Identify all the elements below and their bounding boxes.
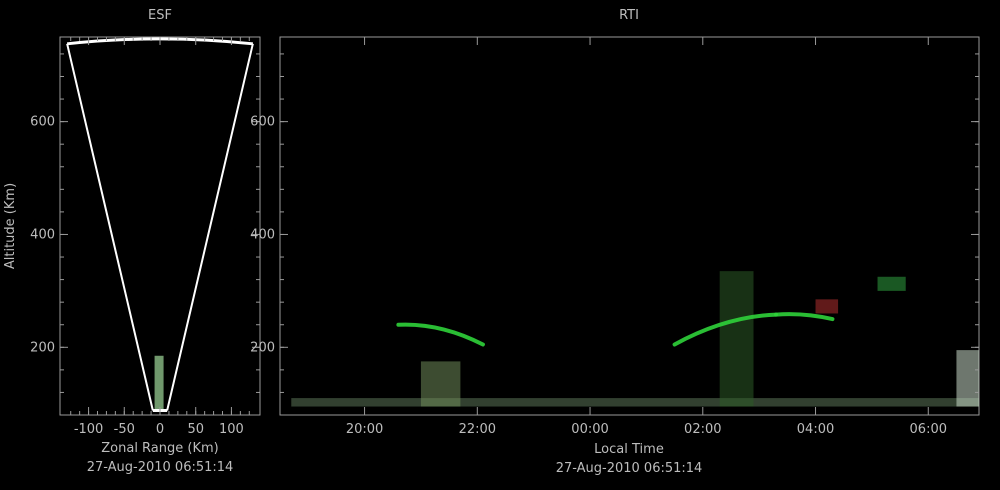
esf-timestamp: 27-Aug-2010 06:51:14	[87, 460, 234, 475]
esf-y-tick-label: 400	[30, 227, 55, 242]
rti-timestamp: 27-Aug-2010 06:51:14	[556, 461, 703, 476]
esf-x-tick-label: 0	[156, 422, 164, 437]
esf-x-tick-label: 100	[219, 422, 244, 437]
rti-title: RTI	[619, 8, 639, 23]
esf-echo-column	[154, 355, 164, 410]
rti-echo-column	[719, 271, 754, 407]
rti-y-tick-label: 200	[250, 340, 275, 355]
rti-echo-column	[877, 276, 906, 291]
rti-x-tick-label: 20:00	[346, 422, 383, 437]
rti-echo-column	[956, 350, 979, 407]
rti-panel: RTI 200 400 600 20:00 22:00 00:00 02:00 04:00 06…	[250, 8, 980, 476]
rti-x-tick-label: 22:00	[459, 422, 496, 437]
rti-echo-column	[815, 299, 839, 314]
rti-echo-column	[420, 361, 461, 407]
rti-y-tick-label: 600	[250, 115, 275, 130]
esf-title: ESF	[148, 8, 172, 23]
rti-y-tick-label: 400	[250, 227, 275, 242]
esf-y-axis-label: Altitude (Km)	[3, 183, 18, 269]
esf-panel: ESF 200 400 600 -100 -50 0 50 100 Altitude (Km)…	[3, 8, 261, 475]
radar-figure: ESF 200 400 600 -100 -50 0 50 100 Altitude (Km)…	[3, 8, 980, 476]
rti-x-axis-label: Local Time	[594, 442, 664, 457]
esf-x-tick-label: 50	[187, 422, 204, 437]
esf-x-tick-label: -50	[114, 422, 135, 437]
esf-y-tick-label: 600	[30, 115, 55, 130]
esf-x-axis-label: Zonal Range (Km)	[101, 441, 218, 456]
rti-plot-area	[279, 36, 980, 416]
esf-x-tick-label: -100	[74, 422, 104, 437]
rti-x-tick-label: 06:00	[910, 422, 947, 437]
esf-y-tick-label: 200	[30, 340, 55, 355]
rti-x-tick-label: 02:00	[684, 422, 721, 437]
rti-x-tick-label: 04:00	[797, 422, 834, 437]
rti-x-tick-label: 00:00	[571, 422, 608, 437]
rti-low-altitude-layer	[291, 398, 980, 407]
